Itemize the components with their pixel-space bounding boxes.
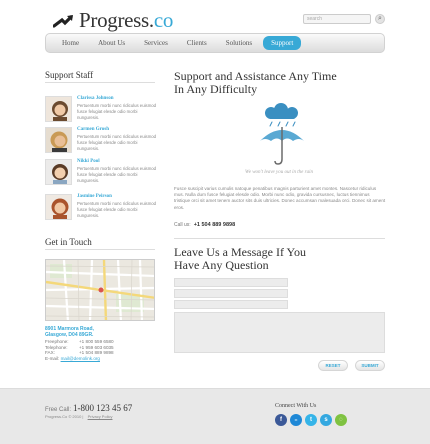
copyright: Progress.Co © 2010 | Privacy Policy [45, 414, 113, 419]
staff-name[interactable]: Jasmine Peirson [77, 194, 112, 199]
message-textarea[interactable] [174, 312, 385, 353]
rss-icon[interactable]: ◌ [335, 414, 347, 426]
search-icon: ⌕ [378, 15, 382, 22]
nav-about-us[interactable]: About Us [90, 36, 133, 50]
get-in-touch-heading: Get in Touch [45, 237, 92, 247]
support-paragraph: Fusce suscipit varius cumulis natoque pe… [174, 186, 386, 210]
reset-button[interactable]: RESET [318, 360, 348, 371]
social-icons: f •• t s ◌ [275, 414, 350, 426]
staff-bio: Pertuentum morbi nunc ridiculus euismod … [77, 201, 157, 218]
nav-support[interactable]: Support [263, 36, 302, 50]
logo-text: Progress.co [79, 8, 174, 32]
contact-details: Freephone: +1 800 559 6580 Telephone: +1 9… [45, 339, 114, 362]
divider [174, 238, 385, 239]
flickr-icon[interactable]: •• [290, 414, 302, 426]
privacy-policy-link[interactable]: Privacy Policy [88, 414, 113, 419]
divider [45, 82, 155, 83]
connect-heading: Connect With Us [275, 403, 317, 409]
call-us: Call us: +1 504 889 9898 [174, 222, 236, 228]
avatar[interactable] [45, 159, 72, 185]
logo[interactable]: Progress.co [52, 8, 174, 33]
avatar[interactable] [45, 96, 72, 122]
twitter-icon[interactable]: t [305, 414, 317, 426]
skype-icon[interactable]: s [320, 414, 332, 426]
email-link[interactable]: mail@demolink.org [61, 356, 100, 361]
nav-services[interactable]: Services [136, 36, 176, 50]
staff-bio: Pertuentum morbi nunc ridiculus euismod … [77, 134, 157, 151]
staff-bio: Pertuentum morbi nunc ridiculus euismod … [77, 166, 157, 183]
main-nav: Home About Us Services Clients Solutions… [45, 33, 385, 53]
nav-home[interactable]: Home [54, 36, 87, 50]
avatar[interactable] [45, 194, 72, 220]
search-input[interactable]: search [303, 14, 371, 24]
page: Progress.co search ⌕ Home About Us Servi… [0, 0, 430, 444]
facebook-icon[interactable]: f [275, 414, 287, 426]
staff-name[interactable]: Clarissa Johnson [77, 96, 114, 101]
phone-field[interactable] [174, 300, 288, 309]
staff-heading: Support Staff [45, 70, 94, 80]
divider [45, 249, 155, 250]
umbrella-cloud-illustration [256, 103, 308, 167]
staff-name[interactable]: Nikki Pool [77, 159, 100, 164]
address: 8901 Marmora Road, Glasgow, D04 89GR. [45, 326, 94, 338]
search-button[interactable]: ⌕ [375, 14, 385, 24]
nav-solutions[interactable]: Solutions [218, 36, 260, 50]
illustration-caption: We won't leave you out in the rain [245, 170, 313, 175]
staff-member: Carmen Grosh Pertuentum morbi nunc ridic… [45, 127, 160, 157]
message-heading: Leave Us a Message If You Have Any Quest… [174, 245, 306, 272]
staff-member: Clarissa Johnson Pertuentum morbi nunc r… [45, 96, 160, 126]
staff-name[interactable]: Carmen Grosh [77, 127, 109, 132]
footer: Free Call: 1-800 123 45 67 Progress.Co © … [0, 388, 430, 444]
free-call: Free Call: 1-800 123 45 67 [45, 403, 133, 413]
support-heading: Support and Assistance Any Time In Any D… [174, 69, 337, 96]
logo-arrow-icon [52, 14, 75, 28]
staff-member: Jasmine Peirson Pertuentum morbi nunc ri… [45, 194, 160, 224]
submit-button[interactable]: SUBMIT [355, 360, 385, 371]
email-field[interactable] [174, 289, 288, 298]
staff-bio: Pertuentum morbi nunc ridiculus euismod … [77, 103, 157, 120]
staff-member: Nikki Pool Pertuentum morbi nunc ridicul… [45, 159, 160, 189]
nav-clients[interactable]: Clients [179, 36, 215, 50]
name-field[interactable] [174, 278, 288, 287]
location-map[interactable] [45, 259, 155, 321]
avatar[interactable] [45, 127, 72, 153]
